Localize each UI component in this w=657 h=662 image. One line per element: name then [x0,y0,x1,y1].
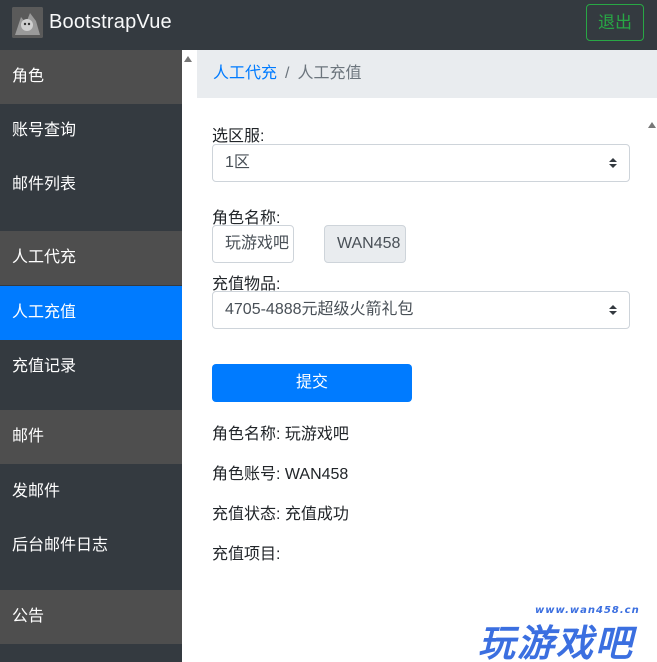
breadcrumb: 人工代充 / 人工充值 [197,50,657,98]
select-caret-icon [609,305,617,315]
recharge-form: 选区服: 1区 角色名称: 玩游戏吧 WAN458 充值物品: 4705-488… [197,98,643,662]
brand-logo[interactable] [12,7,43,38]
watermark-text: 玩游戏吧 [478,622,634,662]
select-caret-icon [609,158,617,168]
server-select-value: 1区 [225,154,250,171]
sidebar-item-manual-recharge[interactable]: 人工充值 [0,286,182,340]
server-select[interactable]: 1区 [212,144,630,182]
role-account-input[interactable]: WAN458 [324,225,406,263]
submit-button[interactable]: 提交 [212,364,412,402]
breadcrumb-separator: / [285,65,290,82]
sidebar-group-announcement[interactable]: 公告 [0,590,182,644]
role-name-input[interactable]: 玩游戏吧 [212,225,294,263]
result-role-account: 角色账号: WAN458 [212,466,349,483]
logout-button[interactable]: 退出 [586,4,644,41]
sidebar: 角色 账号查询 邮件列表 人工代充 人工充值 充值记录 邮件 发邮件 后台邮件日… [0,50,182,662]
result-role-name: 角色名称: 玩游戏吧 [212,426,349,443]
sidebar-item-recharge-records[interactable]: 充值记录 [0,340,182,394]
main-scroll-up-icon[interactable] [648,122,656,128]
item-select-value: 4705-4888元超级火箭礼包 [225,301,414,318]
sidebar-group-mail[interactable]: 邮件 [0,410,182,464]
sidebar-item-send-mail[interactable]: 发邮件 [0,465,182,519]
watermark-logo: www.wan458.cn 玩游戏吧 [478,605,648,662]
item-select[interactable]: 4705-4888元超级火箭礼包 [212,291,630,329]
sidebar-group-role[interactable]: 角色 [0,50,182,104]
breadcrumb-current: 人工充值 [297,65,362,82]
sidebar-item-mail-list[interactable]: 邮件列表 [0,158,182,212]
sidebar-item-mail-log[interactable]: 后台邮件日志 [0,519,182,573]
server-label: 选区服: [212,128,265,145]
breadcrumb-parent-link[interactable]: 人工代充 [213,65,277,82]
result-project: 充值项目: [212,546,281,563]
sidebar-group-manual-topup[interactable]: 人工代充 [0,231,182,285]
top-navbar: BootstrapVue 退出 [0,0,657,50]
result-status: 充值状态: 充值成功 [212,506,349,523]
sidebar-item-account-query[interactable]: 账号查询 [0,104,182,158]
brand-name[interactable]: BootstrapVue [49,11,172,34]
sidebar-scroll-up-icon[interactable] [184,56,192,62]
